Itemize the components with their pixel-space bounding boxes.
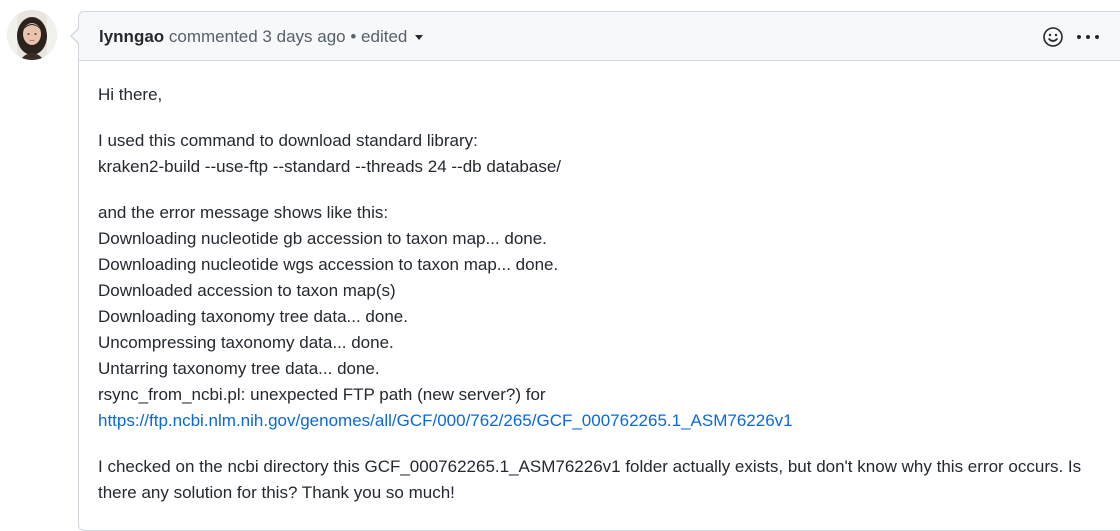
add-reaction-button[interactable] <box>1042 26 1064 48</box>
avatar-image <box>7 10 57 60</box>
error-intro-text: and the error message shows like this: <box>98 203 389 222</box>
author-link[interactable]: lynngao <box>99 27 164 46</box>
command-intro-text: I used this command to download standard… <box>98 131 478 150</box>
edited-label[interactable]: edited <box>361 27 407 46</box>
error-line: Downloading taxonomy tree data... done. <box>98 307 408 326</box>
meta-separator: • <box>345 27 362 46</box>
error-line: Downloading nucleotide gb accession to t… <box>98 229 547 248</box>
command-text: kraken2-build --use-ftp --standard --thr… <box>98 157 562 176</box>
more-options-button[interactable] <box>1075 26 1101 48</box>
comment-pointer-fill <box>71 29 79 43</box>
ftp-link[interactable]: https://ftp.ncbi.nlm.nih.gov/genomes/all… <box>98 408 1098 434</box>
greeting-text: Hi there, <box>98 85 163 104</box>
avatar[interactable] <box>7 10 57 60</box>
error-line: rsync_from_ncbi.pl: unexpected FTP path … <box>98 385 546 404</box>
comment-body: Hi there, I used this command to downloa… <box>98 82 1098 526</box>
error-line: Uncompressing taxonomy data... done. <box>98 333 394 352</box>
edited-dropdown[interactable]: edited <box>361 27 424 46</box>
comment-box: lynngao commented 3 days ago • edited Hi… <box>78 11 1120 531</box>
closing-text: I checked on the ncbi directory this GCF… <box>98 457 1082 502</box>
error-line: Untarring taxonomy tree data... done. <box>98 359 380 378</box>
kebab-horizontal-icon <box>1077 35 1099 39</box>
smiley-icon <box>1043 27 1063 47</box>
comment-meta: lynngao commented 3 days ago • edited <box>99 27 424 47</box>
comment-action[interactable]: commented 3 days ago <box>164 27 346 46</box>
error-line: Downloading nucleotide wgs accession to … <box>98 255 559 274</box>
error-line: Downloaded accession to taxon map(s) <box>98 281 396 300</box>
command-paragraph: I used this command to download standard… <box>98 128 1098 180</box>
comment-header: lynngao commented 3 days ago • edited <box>79 12 1120 61</box>
error-paragraph: and the error message shows like this: D… <box>98 200 1098 434</box>
triangle-down-icon[interactable] <box>415 35 424 40</box>
